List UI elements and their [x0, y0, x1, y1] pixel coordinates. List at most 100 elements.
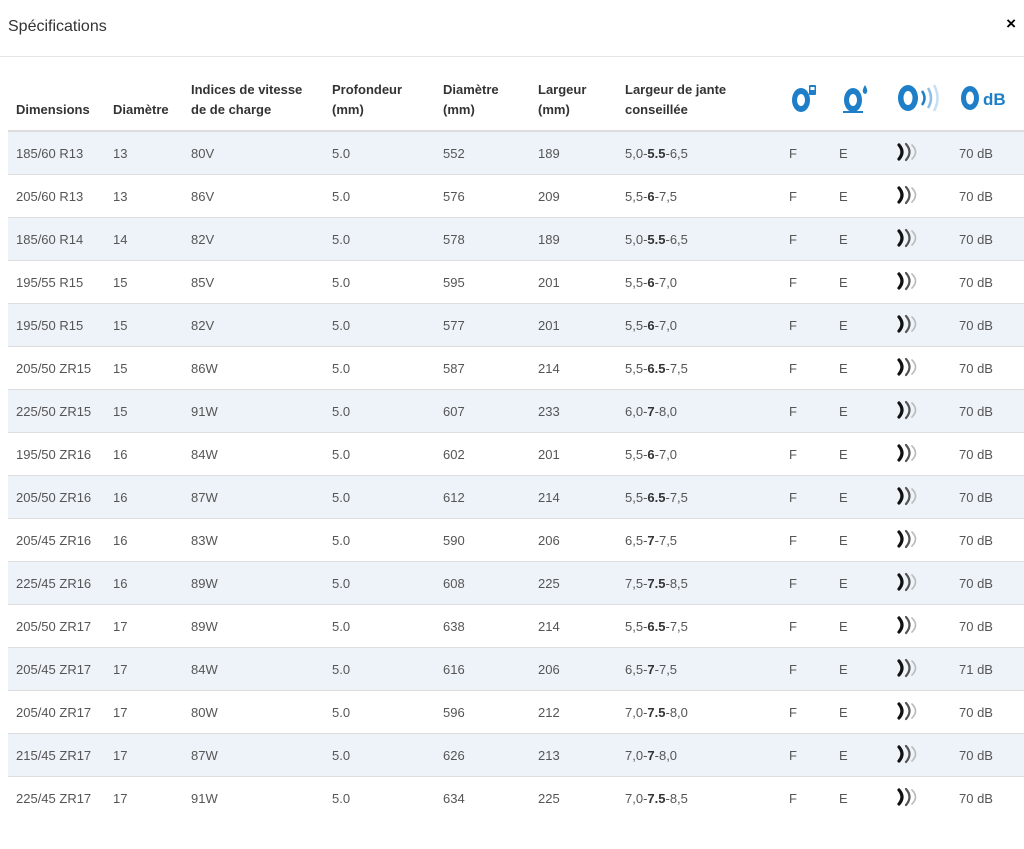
- cell-fuel-class: F: [781, 733, 831, 777]
- table-row: 185/60 R14 14 82V 5.0 578 189 5,0-5.5-6,5 F E 70 …: [8, 217, 1024, 261]
- cell-noise-db: 71 dB: [951, 647, 1024, 691]
- rim-max: -7,5: [654, 532, 678, 548]
- cell-diametre-mm: 626: [435, 733, 530, 777]
- table-row: 205/50 ZR17 17 89W 5.0 638 214 5,5-6.5-7,5 F E 70…: [8, 604, 1024, 648]
- rim-recommended: 7.5: [647, 575, 666, 591]
- rim-min: 5,5-: [625, 274, 648, 290]
- cell-diametre-mm: 596: [435, 690, 530, 734]
- cell-diametre: 15: [105, 346, 183, 390]
- rim-recommended: 6.5: [647, 618, 666, 634]
- cell-fuel-class: F: [781, 561, 831, 605]
- cell-noise-db: 70 dB: [951, 690, 1024, 734]
- rim-max: -8,5: [665, 790, 688, 806]
- header-fuel: [781, 80, 831, 132]
- fuel-efficiency-icon: [789, 82, 819, 120]
- cell-diametre: 13: [105, 130, 183, 175]
- cell-largeur-jante: 6,5-7-7,5: [617, 518, 781, 562]
- rim-recommended: 7: [647, 403, 655, 419]
- cell-fuel-class: F: [781, 604, 831, 648]
- cell-profondeur: 5.0: [324, 776, 435, 819]
- cell-indices: 89W: [183, 561, 324, 605]
- rim-recommended: 6.5: [647, 489, 666, 505]
- rim-recommended: 6: [647, 274, 655, 290]
- rim-max: -7,5: [665, 618, 688, 634]
- header-diametre: Diamètre: [105, 80, 183, 132]
- noise-waves-icon: [896, 314, 920, 337]
- cell-profondeur: 5.0: [324, 690, 435, 734]
- rim-min: 5,0-: [625, 231, 648, 247]
- cell-wet-class: E: [831, 217, 888, 261]
- rim-max: -7,5: [654, 661, 678, 677]
- rim-recommended: 7.5: [647, 790, 666, 806]
- cell-fuel-class: F: [781, 518, 831, 562]
- cell-noise-class: [888, 130, 951, 175]
- cell-profondeur: 5.0: [324, 346, 435, 390]
- cell-dimensions: 225/45 ZR16: [8, 561, 105, 605]
- table-row: 205/40 ZR17 17 80W 5.0 596 212 7,0-7.5-8,0 F E 70…: [8, 690, 1024, 734]
- cell-wet-class: E: [831, 518, 888, 562]
- rim-min: 7,5-: [625, 575, 648, 591]
- cell-diametre: 16: [105, 475, 183, 519]
- noise-waves-icon: [896, 271, 920, 294]
- header-db: dB: [951, 80, 1024, 132]
- cell-diametre-mm: 607: [435, 389, 530, 433]
- cell-noise-db: 70 dB: [951, 260, 1024, 304]
- cell-indices: 91W: [183, 776, 324, 819]
- noise-waves-icon: [896, 357, 920, 380]
- cell-dimensions: 195/55 R15: [8, 260, 105, 304]
- cell-noise-class: [888, 260, 951, 304]
- cell-diametre: 15: [105, 389, 183, 433]
- cell-indices: 86W: [183, 346, 324, 390]
- rim-max: -7,0: [654, 446, 678, 462]
- close-button[interactable]: ×: [1006, 14, 1016, 34]
- cell-indices: 84W: [183, 432, 324, 476]
- cell-dimensions: 205/60 R13: [8, 174, 105, 218]
- cell-noise-class: [888, 389, 951, 433]
- noise-waves-icon: [896, 701, 920, 724]
- rim-min: 5,5-: [625, 317, 648, 333]
- cell-indices: 83W: [183, 518, 324, 562]
- cell-dimensions: 205/50 ZR17: [8, 604, 105, 648]
- table-row: 195/50 R15 15 82V 5.0 577 201 5,5-6-7,0 F E 70 dB: [8, 303, 1024, 347]
- cell-noise-db: 70 dB: [951, 389, 1024, 433]
- cell-fuel-class: F: [781, 690, 831, 734]
- cell-profondeur: 5.0: [324, 130, 435, 175]
- noise-waves-icon: [896, 228, 920, 251]
- cell-largeur-jante: 5,5-6-7,0: [617, 303, 781, 347]
- cell-diametre-mm: 576: [435, 174, 530, 218]
- cell-largeur: 225: [530, 776, 617, 819]
- header-dimensions: Dimensions: [8, 80, 105, 132]
- rim-recommended: 6: [647, 188, 655, 204]
- header-noise: [888, 80, 951, 132]
- cell-diametre: 17: [105, 690, 183, 734]
- cell-noise-db: 70 dB: [951, 518, 1024, 562]
- table-row: 205/50 ZR15 15 86W 5.0 587 214 5,5-6.5-7,5 F E 70…: [8, 346, 1024, 390]
- cell-noise-db: 70 dB: [951, 432, 1024, 476]
- cell-noise-class: [888, 776, 951, 819]
- cell-profondeur: 5.0: [324, 475, 435, 519]
- cell-indices: 82V: [183, 217, 324, 261]
- table-row: 225/50 ZR15 15 91W 5.0 607 233 6,0-7-8,0 F E 70 d…: [8, 389, 1024, 433]
- cell-noise-class: [888, 475, 951, 519]
- cell-largeur: 201: [530, 303, 617, 347]
- cell-profondeur: 5.0: [324, 604, 435, 648]
- cell-wet-class: E: [831, 475, 888, 519]
- cell-diametre: 13: [105, 174, 183, 218]
- header-largeur: Largeur (mm): [530, 80, 617, 132]
- cell-profondeur: 5.0: [324, 647, 435, 691]
- rim-min: 5,5-: [625, 446, 648, 462]
- cell-largeur-jante: 5,0-5.5-6,5: [617, 130, 781, 175]
- cell-wet-class: E: [831, 303, 888, 347]
- cell-largeur-jante: 7,0-7-8,0: [617, 733, 781, 777]
- table-row: 195/50 ZR16 16 84W 5.0 602 201 5,5-6-7,0 F E 70 d…: [8, 432, 1024, 476]
- cell-dimensions: 215/45 ZR17: [8, 733, 105, 777]
- cell-noise-class: [888, 647, 951, 691]
- cell-noise-class: [888, 432, 951, 476]
- cell-dimensions: 205/50 ZR15: [8, 346, 105, 390]
- cell-largeur-jante: 5,5-6-7,0: [617, 260, 781, 304]
- cell-noise-class: [888, 733, 951, 777]
- cell-dimensions: 205/45 ZR17: [8, 647, 105, 691]
- table-row: 205/45 ZR16 16 83W 5.0 590 206 6,5-7-7,5 F E 70 d…: [8, 518, 1024, 562]
- cell-diametre: 14: [105, 217, 183, 261]
- header-wet: [831, 80, 888, 132]
